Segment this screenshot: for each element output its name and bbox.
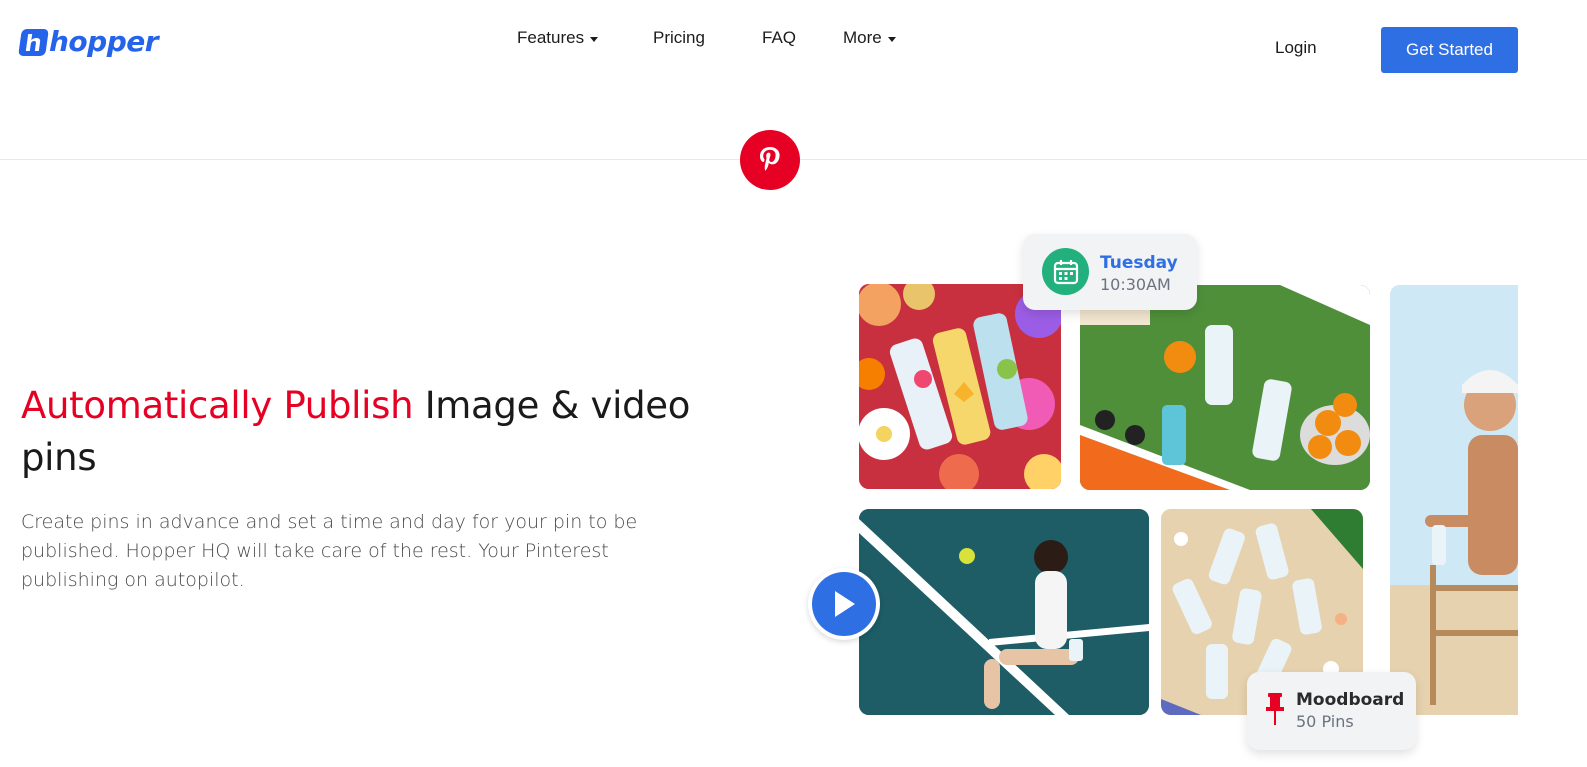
nav-pricing-label: Pricing <box>653 28 705 47</box>
video-play-button[interactable] <box>808 568 880 640</box>
pushpin-icon <box>1265 693 1285 732</box>
schedule-day: Tuesday <box>1100 253 1178 273</box>
calendar-icon <box>1042 248 1089 295</box>
hero-description: Create pins in advance and set a time an… <box>21 511 638 591</box>
pin-image-grass-picnic <box>1080 285 1370 490</box>
logo-mark-icon <box>18 28 49 56</box>
hero-title-accent: Automatically Publish <box>21 384 414 427</box>
hero-title: Automatically Publish Image & video pins <box>21 380 721 484</box>
nav-features-label: Features <box>517 28 585 47</box>
hopper-logo[interactable]: hopper <box>18 25 159 58</box>
nav-more-label: More <box>843 28 882 47</box>
pinterest-icon <box>740 130 800 190</box>
schedule-chip: Tuesday 10:30AM <box>1023 234 1197 310</box>
board-pin-count: 50 Pins <box>1296 712 1354 731</box>
nav-features[interactable]: Features <box>517 28 599 48</box>
caret-down-icon <box>887 36 896 42</box>
top-navigation: hopper Features Pricing FAQ More Login G… <box>0 0 1587 100</box>
pin-video-tennis <box>859 509 1149 715</box>
schedule-time: 10:30AM <box>1100 275 1171 294</box>
nav-faq-label: FAQ <box>762 28 797 47</box>
get-started-button[interactable]: Get Started <box>1381 27 1518 73</box>
pin-image-flowers-drinks <box>859 284 1061 489</box>
login-link[interactable]: Login <box>1275 38 1317 58</box>
pin-image-lifeguard <box>1390 285 1518 715</box>
nav-pricing[interactable]: Pricing <box>653 28 705 48</box>
nav-more[interactable]: More <box>843 28 896 48</box>
board-name: Moodboard <box>1296 690 1405 710</box>
play-icon <box>812 572 876 636</box>
nav-faq[interactable]: FAQ <box>762 28 796 48</box>
caret-down-icon <box>590 36 599 42</box>
board-chip: Moodboard 50 Pins <box>1247 672 1416 750</box>
logo-wordmark: hopper <box>49 25 159 58</box>
